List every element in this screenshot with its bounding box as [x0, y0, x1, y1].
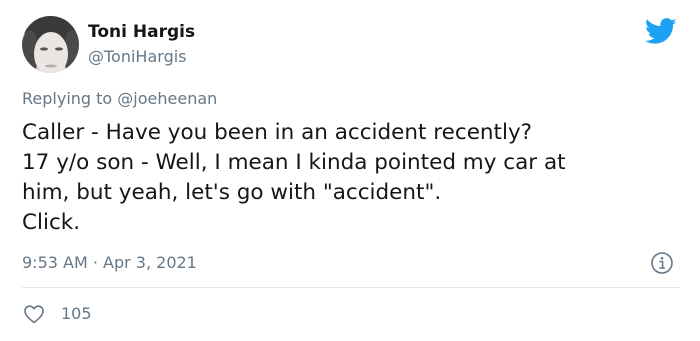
heart-icon[interactable]: [22, 302, 46, 326]
tweet-timestamp[interactable]: 9:53 AM · Apr 3, 2021: [22, 253, 197, 272]
replying-to-label: Replying to: [22, 89, 118, 108]
like-count: 105: [61, 304, 92, 323]
tweet-text: Caller - Have you been in an accident re…: [22, 118, 682, 238]
tweet-text-line: him, but yeah, let's go with "accident".: [22, 180, 442, 205]
tweet-text-line: Click.: [22, 210, 81, 235]
divider: [22, 287, 680, 288]
author-display-name[interactable]: Toni Hargis: [88, 22, 195, 42]
tweet-text-line: 17 y/o son - Well, I mean I kinda pointe…: [22, 150, 566, 175]
tweet-card: Toni Hargis @ToniHargis Replying to @joe…: [0, 0, 700, 341]
info-icon[interactable]: [650, 251, 674, 275]
tweet-text-line: Caller - Have you been in an accident re…: [22, 120, 533, 145]
author-handle[interactable]: @ToniHargis: [88, 47, 187, 66]
reply-mention-link[interactable]: @joeheenan: [117, 89, 217, 108]
replying-to-line: Replying to @joeheenan: [22, 89, 217, 108]
twitter-bird-icon[interactable]: [644, 18, 677, 45]
avatar[interactable]: [22, 16, 79, 73]
